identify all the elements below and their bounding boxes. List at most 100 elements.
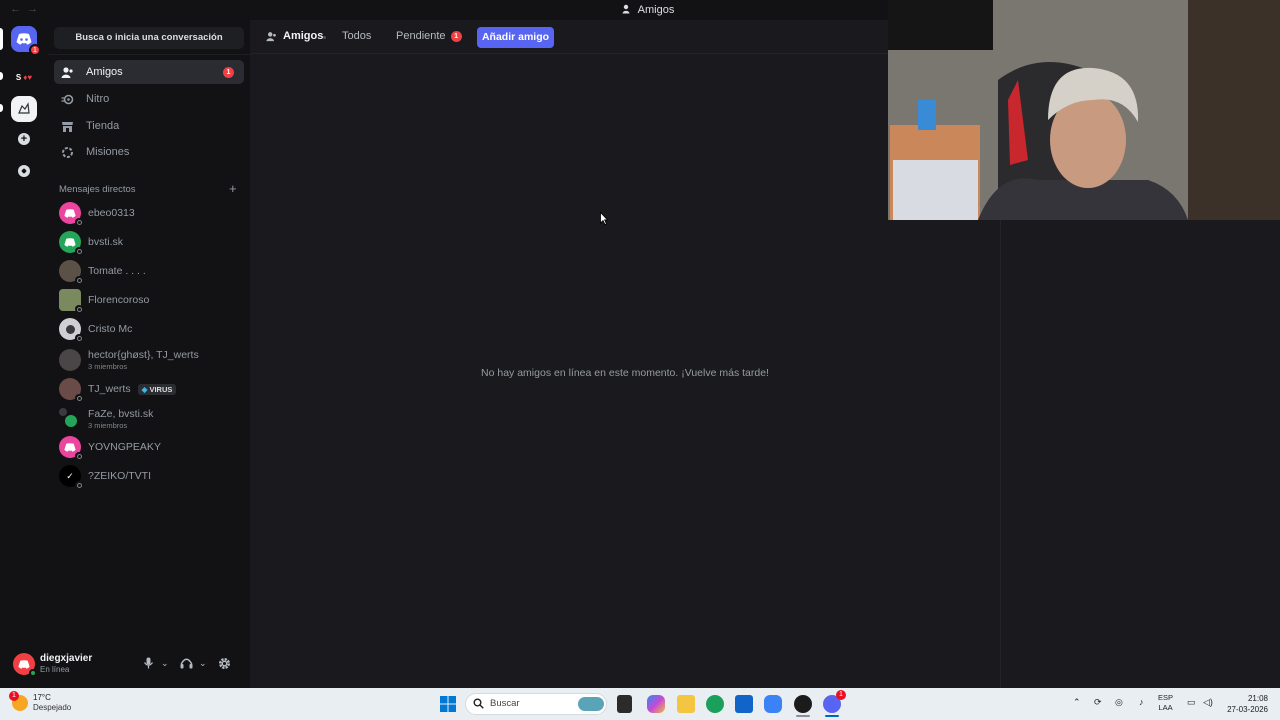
user-avatar[interactable]: [13, 653, 37, 677]
copilot-icon[interactable]: [647, 695, 665, 713]
nav-item-friends[interactable]: Amigos 1: [54, 60, 244, 84]
page-title: Amigos: [266, 30, 323, 42]
group-avatar: [59, 349, 81, 371]
network-tray-icon[interactable]: ◎: [1115, 697, 1123, 708]
avatar: ✓: [59, 465, 83, 489]
user-status: En línea: [40, 665, 70, 674]
taskbar-search[interactable]: Buscar: [465, 693, 607, 715]
add-friend-button[interactable]: Añadir amigo: [477, 27, 554, 48]
avatar: [59, 260, 83, 284]
gear-icon: [219, 657, 230, 669]
dm-item[interactable]: ✓ ?ZEIKO/TVTI: [54, 462, 244, 490]
dm-item[interactable]: Florencoroso: [54, 286, 244, 314]
discord-taskbar-icon[interactable]: 1: [823, 690, 846, 713]
edge-browser-icon[interactable]: [706, 695, 724, 713]
group-dm-item[interactable]: hector{ghøst}, TJ_werts 3 miembros: [54, 345, 244, 375]
dm-sidebar: Busca o inicia una conversación Amigos 1…: [48, 20, 250, 688]
mouse-cursor-icon: [600, 212, 608, 225]
home-badge: 1: [29, 44, 41, 56]
server-icon[interactable]: S ♦♥: [11, 64, 37, 90]
home-button[interactable]: 1: [11, 26, 41, 56]
avatar: [59, 202, 83, 226]
avatar: [59, 378, 83, 402]
status-online-icon: [29, 669, 37, 677]
dm-item[interactable]: Cristo Mc: [54, 315, 244, 343]
create-dm-button[interactable]: +: [229, 181, 237, 196]
discord-logo-icon: [64, 208, 76, 218]
status-offline-icon: [75, 305, 83, 313]
nav-item-shop[interactable]: Tienda: [54, 114, 244, 138]
microsoft-store-icon[interactable]: [735, 695, 753, 713]
obs-icon[interactable]: [794, 695, 812, 713]
nav-item-nitro[interactable]: Nitro: [54, 87, 244, 111]
mail-icon[interactable]: [764, 695, 782, 713]
add-server-button[interactable]: +: [11, 126, 37, 152]
server-rail: 1 S ♦♥ +: [0, 20, 48, 688]
discord-logo-icon: [64, 237, 76, 247]
weather-widget[interactable]: 1 17°C Despejado: [9, 691, 72, 713]
chevron-up-icon[interactable]: ⌃: [1073, 697, 1081, 708]
dm-item[interactable]: TJ_werts ◆ VIRUS: [54, 375, 244, 403]
dm-item[interactable]: bvsti.sk: [54, 228, 244, 256]
start-button[interactable]: [440, 696, 456, 712]
weather-desc: Despejado: [33, 703, 72, 712]
sun-icon: 1: [9, 691, 28, 711]
clock[interactable]: 21:08 27-03-2026: [1222, 693, 1268, 715]
unread-pill: [0, 104, 3, 112]
quests-icon: [60, 145, 74, 159]
status-offline-icon: [75, 481, 83, 489]
settings-button[interactable]: [218, 656, 231, 670]
divider: [323, 36, 326, 39]
input-options-button[interactable]: ⌄: [161, 656, 169, 670]
status-offline-icon: [75, 334, 83, 342]
sync-icon[interactable]: ⟳: [1094, 697, 1102, 708]
microphone-tray-icon[interactable]: ♪: [1139, 697, 1144, 707]
mute-button[interactable]: [143, 656, 154, 670]
group-dm-item[interactable]: FaZe, bvsti.sk 3 miembros: [54, 404, 244, 434]
empty-state-text: No hay amigos en línea en este momento. …: [481, 367, 769, 379]
dm-section-header: Mensajes directos: [59, 184, 136, 195]
group-avatar: [59, 408, 81, 430]
running-indicator: [796, 715, 810, 717]
username: diegxjavier: [40, 653, 93, 664]
chevron-down-icon: ⌄: [199, 657, 207, 668]
active-indicator: [825, 715, 839, 717]
server-icon[interactable]: [11, 96, 37, 122]
status-offline-icon: [75, 394, 83, 402]
output-options-button[interactable]: ⌄: [199, 656, 207, 670]
pending-badge: 1: [450, 31, 462, 42]
headphones-icon: [180, 658, 193, 669]
search-conversation-button[interactable]: Busca o inicia una conversación: [54, 27, 244, 49]
tab-pending[interactable]: Pendiente 1: [396, 30, 462, 42]
explore-button[interactable]: [11, 158, 37, 184]
file-explorer-icon[interactable]: [677, 695, 695, 713]
search-highlight-image: [578, 697, 604, 711]
bird-icon: [18, 102, 30, 114]
windows-taskbar: 1 17°C Despejado Buscar 1 ⌃ ⟳ ◎ ♪ ESP LA…: [0, 688, 1280, 720]
dm-item[interactable]: ebeo0313: [54, 199, 244, 227]
dm-item[interactable]: Tomate . . . .: [54, 257, 244, 285]
volume-icon[interactable]: ◁): [1203, 697, 1213, 708]
shop-icon: [60, 119, 74, 133]
friends-icon: [266, 31, 276, 41]
avatar: [59, 436, 83, 460]
user-silhouette-icon: [65, 324, 75, 334]
unread-pill: [0, 72, 3, 80]
avatar: [59, 231, 83, 255]
webcam-feed-image: [888, 0, 1280, 220]
tab-all[interactable]: Todos: [342, 30, 371, 42]
status-offline-icon: [75, 218, 83, 226]
status-offline-icon: [75, 276, 83, 284]
task-view-icon[interactable]: [617, 695, 632, 713]
status-offline-icon: [75, 247, 83, 255]
display-icon[interactable]: ▭: [1187, 697, 1196, 708]
status-offline-icon: [75, 452, 83, 460]
dm-item[interactable]: YOVNGPEAKY: [54, 433, 244, 461]
divider: [48, 54, 250, 55]
swoosh-icon: ✓: [66, 470, 74, 481]
language-indicator[interactable]: ESP LAA: [1158, 693, 1173, 713]
deafen-button[interactable]: [180, 656, 193, 670]
weather-temp: 17°C: [33, 693, 51, 702]
nav-item-quests[interactable]: Misiones: [54, 140, 244, 164]
discord-logo-icon: [18, 659, 30, 669]
